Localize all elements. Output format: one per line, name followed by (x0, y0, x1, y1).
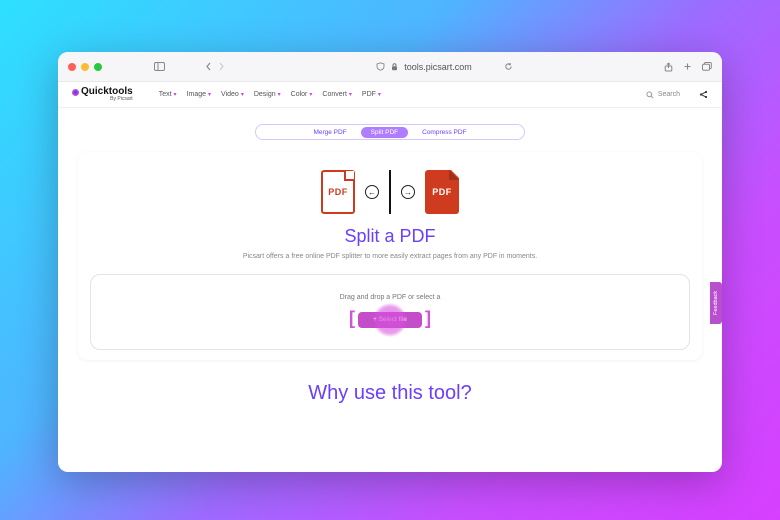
chevron-down-icon: ▾ (241, 91, 244, 98)
arrow-left-icon: ← (365, 185, 379, 199)
pdf-outline-icon: PDF (321, 170, 355, 214)
minimize-dot[interactable] (81, 63, 89, 71)
url-text: tools.picsart.com (404, 62, 472, 72)
bracket-left-icon: [ (349, 308, 355, 329)
divider-icon (389, 170, 391, 214)
main-content: Merge PDF Split PDF Compress PDF PDF ← →… (58, 108, 722, 405)
search-box[interactable]: Search (645, 90, 681, 100)
nav-convert[interactable]: Convert▾ (322, 91, 352, 98)
section-why-title: Why use this tool? (76, 382, 704, 405)
window-controls (68, 63, 102, 71)
lock-icon (391, 63, 398, 71)
bracket-right-icon: ] (425, 308, 431, 329)
select-file-button[interactable]: + Select file (358, 312, 422, 328)
nav-design[interactable]: Design▾ (254, 91, 281, 98)
file-dropzone[interactable]: Drag and drop a PDF or select a [ ] + Se… (90, 274, 690, 350)
logo-sub-text: By Picsart (110, 97, 133, 102)
split-illustration: PDF ← → PDF (90, 170, 690, 214)
maximize-dot[interactable] (94, 63, 102, 71)
site-logo[interactable]: Quicktools By Picsart (72, 87, 133, 102)
network-share-icon[interactable] (699, 90, 708, 99)
tool-subtitle: Picsart offers a free online PDF splitte… (90, 253, 690, 260)
nav-image[interactable]: Image▾ (187, 91, 211, 98)
feedback-tab[interactable]: Feedback (710, 282, 722, 324)
arrow-right-icon: → (401, 185, 415, 199)
nav-color[interactable]: Color▾ (291, 91, 313, 98)
tool-card: PDF ← → PDF Split a PDF Picsart offers a… (78, 152, 702, 360)
nav-pdf[interactable]: PDF▾ (362, 91, 381, 98)
page: Quicktools By Picsart Text▾ Image▾ Video… (58, 82, 722, 472)
tab-merge-pdf[interactable]: Merge PDF (303, 127, 356, 138)
browser-window: tools.picsart.com Quicktools (58, 52, 722, 472)
sidebar-icon[interactable] (154, 62, 165, 71)
select-file-wrapper: [ ] + Select file (355, 309, 425, 331)
tool-title: Split a PDF (90, 226, 690, 247)
chevron-down-icon: ▾ (278, 91, 281, 98)
chevron-down-icon: ▾ (174, 91, 177, 98)
tabs-icon[interactable] (702, 62, 712, 72)
pdf-solid-icon: PDF (425, 170, 459, 214)
browser-titlebar: tools.picsart.com (58, 52, 722, 82)
dropzone-label: Drag and drop a PDF or select a (340, 294, 441, 301)
nav-text[interactable]: Text▾ (159, 91, 177, 98)
close-dot[interactable] (68, 63, 76, 71)
address-bar[interactable]: tools.picsart.com (231, 62, 658, 72)
site-header: Quicktools By Picsart Text▾ Image▾ Video… (58, 82, 722, 108)
chevron-down-icon: ▾ (309, 91, 312, 98)
reload-icon[interactable] (504, 62, 513, 71)
main-nav: Text▾ Image▾ Video▾ Design▾ Color▾ Conve… (159, 91, 381, 98)
plus-icon[interactable] (683, 62, 692, 72)
search-icon (646, 91, 654, 99)
forward-icon[interactable] (218, 62, 225, 71)
chevron-down-icon: ▾ (378, 91, 381, 98)
tab-split-pdf[interactable]: Split PDF (361, 127, 408, 138)
back-icon[interactable] (205, 62, 212, 71)
chevron-down-icon: ▾ (349, 91, 352, 98)
search-placeholder: Search (658, 91, 680, 98)
nav-video[interactable]: Video▾ (221, 91, 244, 98)
logo-mark-icon (72, 89, 79, 96)
tab-compress-pdf[interactable]: Compress PDF (412, 127, 476, 138)
share-icon[interactable] (664, 62, 673, 72)
tool-tabs: Merge PDF Split PDF Compress PDF (255, 124, 525, 140)
shield-icon (376, 62, 385, 71)
chevron-down-icon: ▾ (208, 91, 211, 98)
